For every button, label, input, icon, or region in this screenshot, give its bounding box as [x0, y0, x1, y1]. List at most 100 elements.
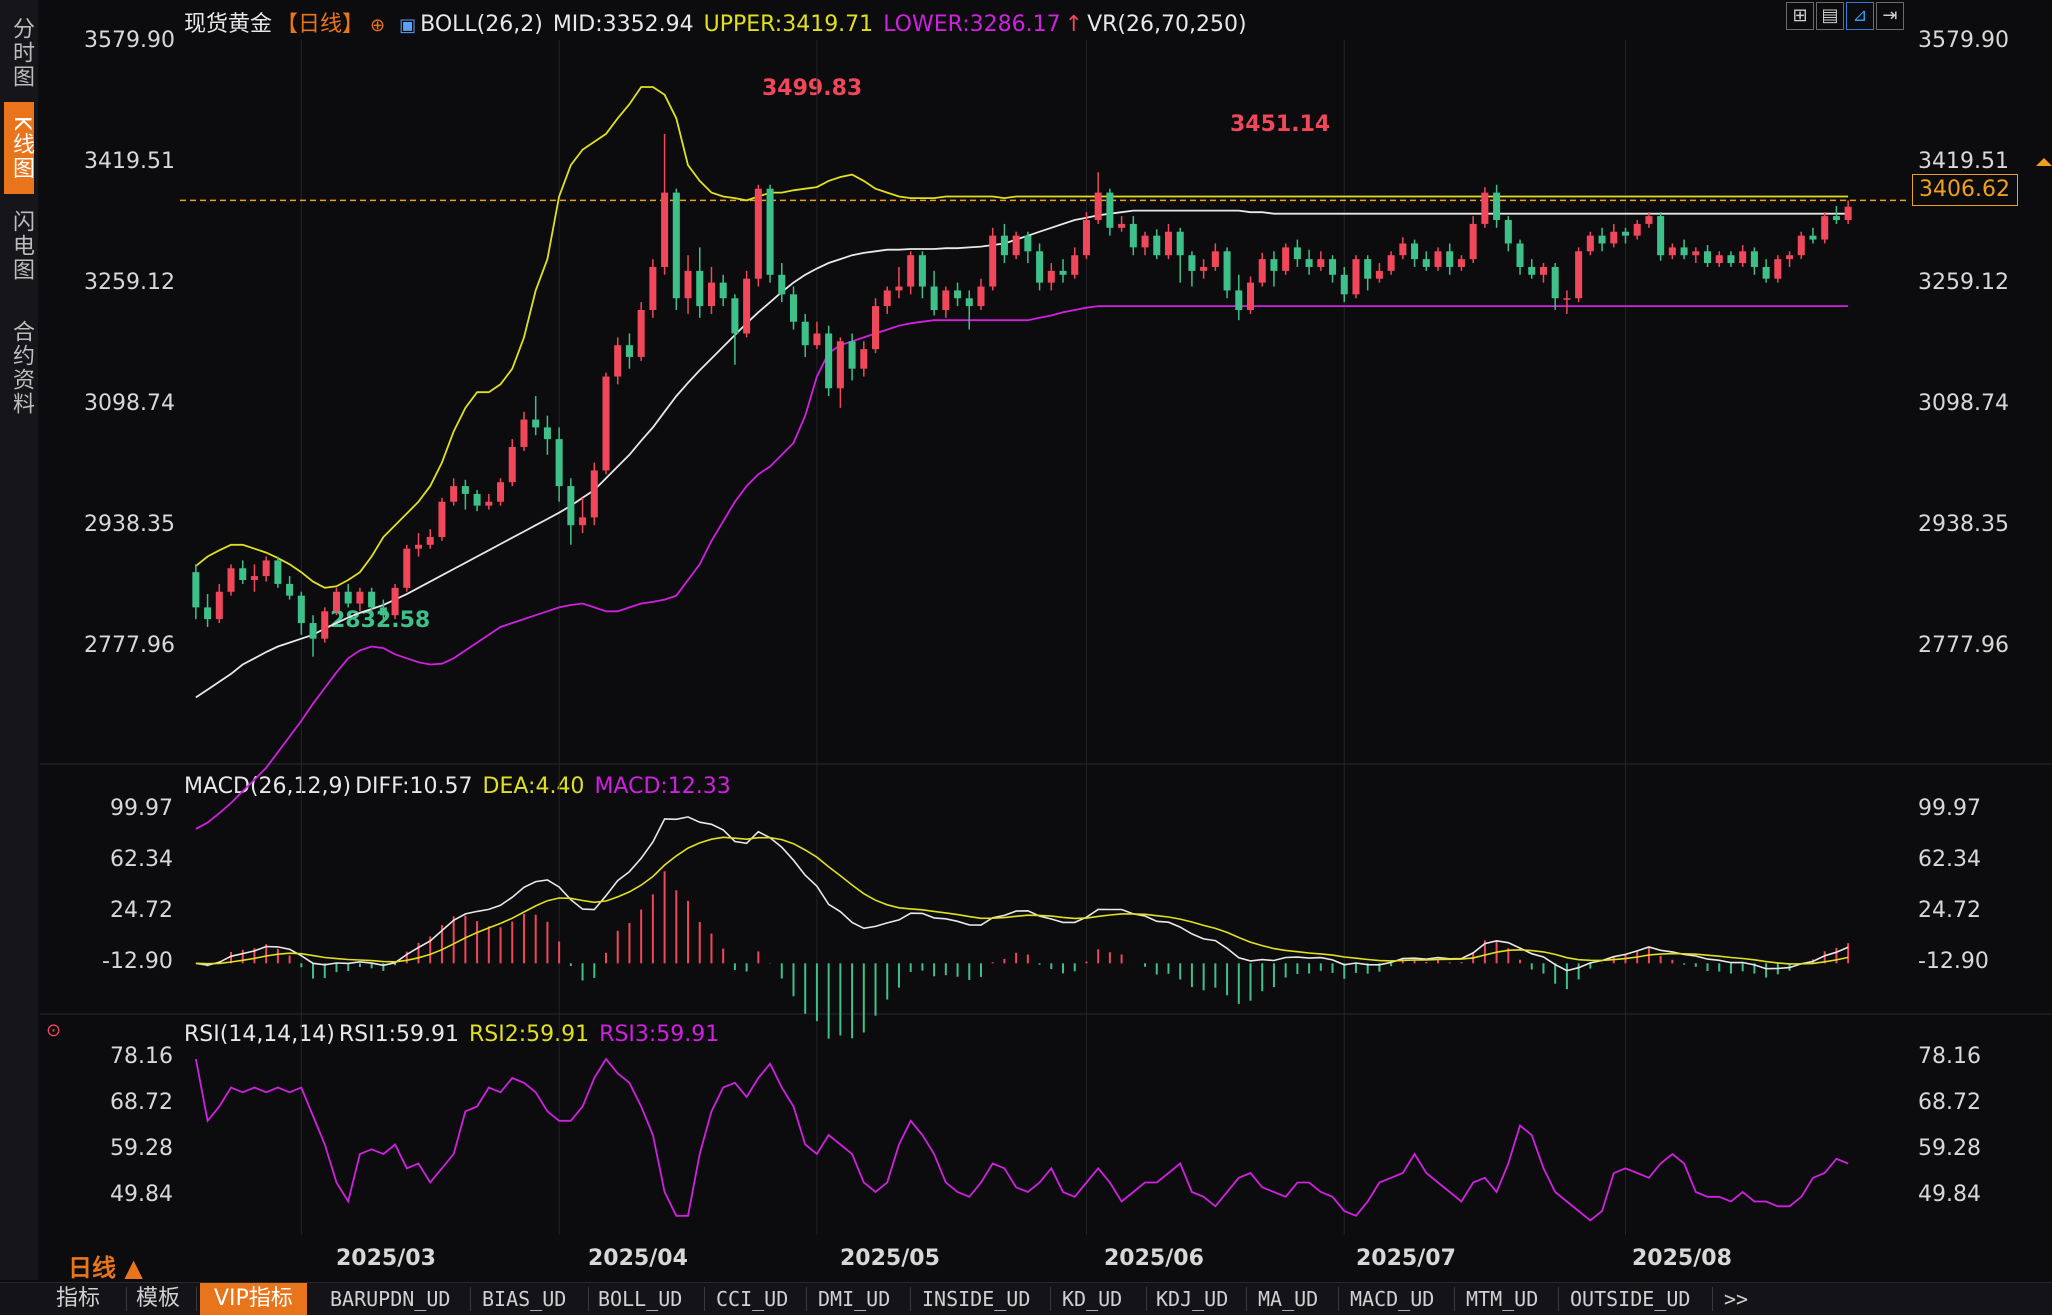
candle-body [1340, 274, 1348, 295]
candle-body [989, 235, 997, 287]
candle-body [332, 591, 340, 612]
candle-body [813, 333, 821, 346]
candle-body [1715, 255, 1723, 264]
candle-body [778, 274, 786, 295]
candle-body [1012, 235, 1020, 256]
candle-body [1750, 251, 1758, 267]
candle-body [930, 286, 938, 310]
candle-body [579, 517, 587, 526]
tab-dmi-ud[interactable]: DMI_UD [818, 1283, 890, 1315]
candle-body [895, 286, 903, 291]
candle-body [1797, 235, 1805, 256]
candle-body [1258, 259, 1266, 283]
candle-body [473, 493, 481, 506]
candle-body [1422, 259, 1430, 267]
tab-barupdn-ud[interactable]: BARUPDN_UD [330, 1283, 450, 1315]
candle-body [344, 591, 352, 604]
candle-body [1727, 255, 1735, 264]
candle-body [508, 446, 516, 483]
candle-body [532, 419, 540, 428]
candle-body [860, 349, 868, 369]
candle-body [649, 266, 657, 310]
candle-body [637, 310, 645, 357]
candle-body [1821, 216, 1829, 240]
candle-body [1680, 247, 1688, 256]
candle-body [204, 607, 212, 620]
candle-body [1153, 235, 1161, 256]
indicator-tab-bar: 指标 模板 VIP指标 BARUPDN_UD BIAS_UD BOLL_UD C… [0, 1282, 2052, 1315]
candle-body [1129, 223, 1137, 248]
candle-body [414, 544, 423, 549]
candle-body [1610, 231, 1618, 244]
candle-body [954, 290, 962, 299]
candle-body [1493, 192, 1501, 220]
candle-body [766, 188, 774, 275]
candle-body [1282, 247, 1290, 271]
tab-ma-ud[interactable]: MA_UD [1258, 1283, 1318, 1315]
candle-body [625, 345, 633, 357]
candle-body [1563, 298, 1571, 300]
candle-body [1375, 270, 1383, 279]
candle-body [1094, 192, 1102, 220]
candle-body [1786, 255, 1794, 260]
candle-body [250, 576, 258, 580]
tab-outside-ud[interactable]: OUTSIDE_UD [1570, 1283, 1690, 1315]
tab-more[interactable]: >> [1724, 1283, 1748, 1315]
candle-body [1704, 251, 1712, 264]
tab-kdj-ud[interactable]: KDJ_UD [1156, 1283, 1228, 1315]
candle-body [602, 376, 610, 471]
candle-body [1106, 192, 1114, 228]
tab-macd-ud[interactable]: MACD_UD [1350, 1283, 1434, 1315]
candle-body [977, 286, 985, 307]
tab-boll-ud[interactable]: BOLL_UD [598, 1283, 682, 1315]
candle-body [286, 583, 294, 596]
candle-body [309, 623, 317, 639]
candle-body [1739, 251, 1747, 264]
chart-window: 分时图 K线图 闪电图 合约资料 现货黄金 【日线】 ⊕ ▣ BOLL(26,2) MID… [0, 0, 2052, 1315]
candle-body [883, 290, 891, 307]
candle-body [215, 591, 223, 620]
chart-canvas[interactable] [0, 0, 2052, 1314]
candle-body [1118, 223, 1126, 228]
candle-body [965, 298, 973, 307]
tab-templates[interactable]: 模板 [136, 1283, 180, 1315]
tab-kd-ud[interactable]: KD_UD [1062, 1283, 1122, 1315]
candle-body [918, 255, 926, 287]
tab-inside-ud[interactable]: INSIDE_UD [922, 1283, 1030, 1315]
candle-body [1762, 266, 1770, 279]
price-marker-icon [2036, 158, 2052, 166]
candle-body [789, 294, 798, 322]
candle-body [356, 591, 364, 604]
candle-body [1082, 220, 1090, 256]
candle-body [1000, 235, 1008, 256]
candle-body [1645, 216, 1653, 224]
candle-body [555, 439, 563, 487]
candle-body [731, 298, 739, 334]
candle-body [1047, 270, 1055, 283]
candle-body [1434, 251, 1442, 267]
tab-vip-indicators[interactable]: VIP指标 [200, 1283, 307, 1315]
candle-body [942, 290, 950, 310]
candle-body [1551, 266, 1559, 299]
candle-body [848, 341, 856, 369]
candle-body [1141, 235, 1149, 248]
candle-body [1399, 243, 1407, 256]
tab-indicators[interactable]: 指标 [56, 1283, 100, 1315]
candle-body [567, 486, 575, 526]
candle-body [836, 341, 844, 389]
tab-bias-ud[interactable]: BIAS_UD [482, 1283, 566, 1315]
candle-body [1528, 266, 1536, 275]
candle-body [696, 270, 704, 307]
tab-cci-ud[interactable]: CCI_UD [716, 1283, 788, 1315]
candle-body [1211, 251, 1219, 267]
candle-body [1188, 255, 1196, 271]
candle-body [1223, 251, 1231, 291]
candle-body [227, 568, 235, 592]
tab-mtm-ud[interactable]: MTM_UD [1466, 1283, 1538, 1315]
candle-body [1352, 259, 1360, 295]
candle-body [1633, 223, 1641, 236]
candle-body [1469, 223, 1477, 260]
candle-body [1586, 235, 1594, 252]
candle-body [1598, 235, 1606, 244]
candle-body [461, 486, 469, 494]
